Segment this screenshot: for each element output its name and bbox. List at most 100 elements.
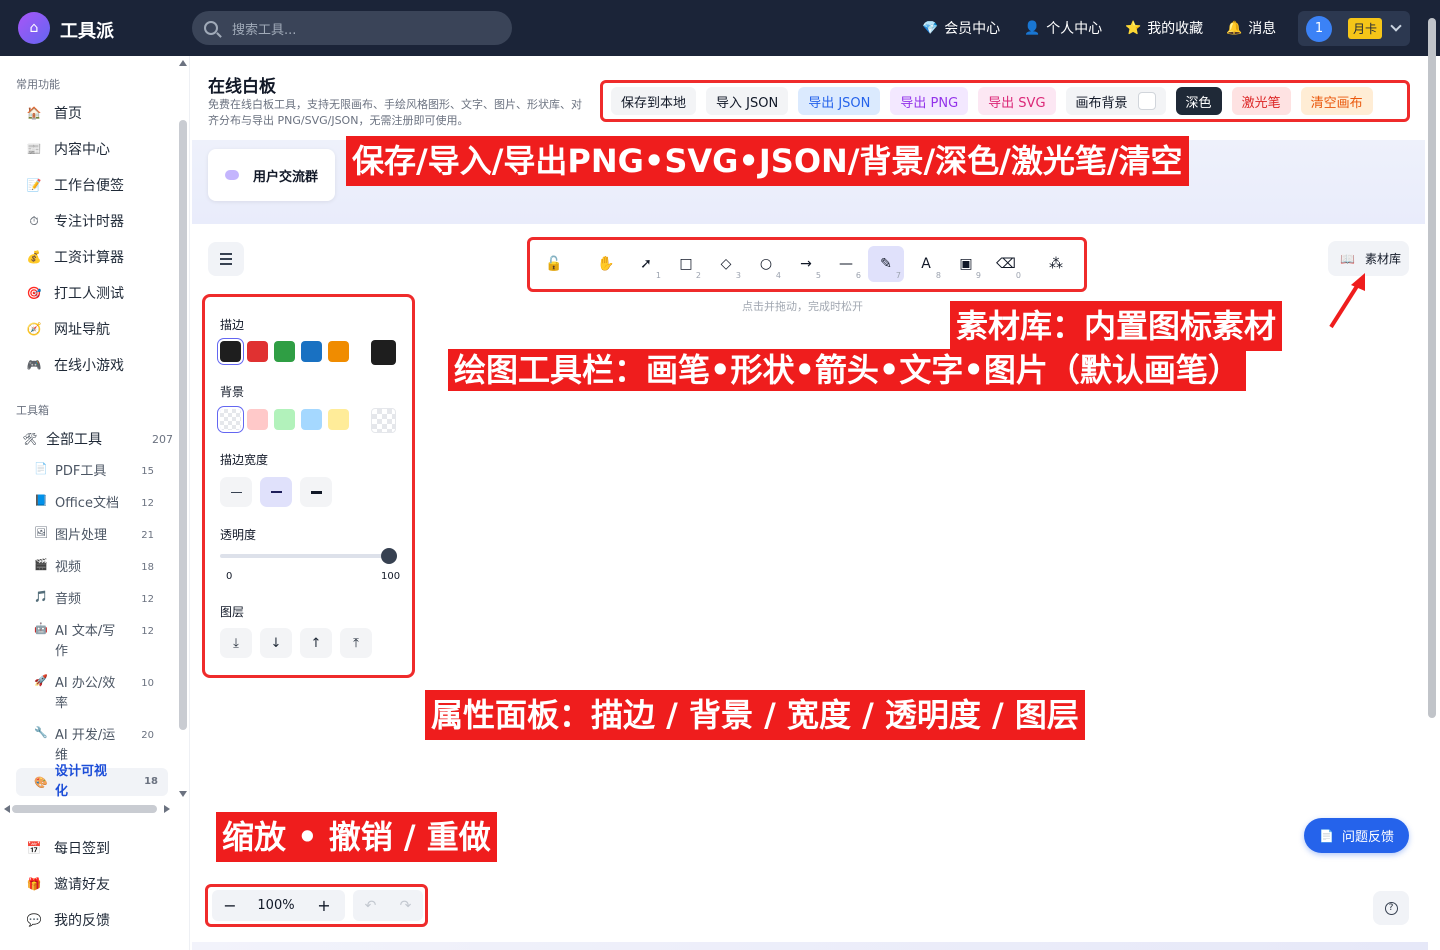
redo-icon[interactable]: ↷ <box>400 898 412 914</box>
laser-pointer-button[interactable]: 激光笔 <box>1231 87 1291 115</box>
sidebar-scrollbar[interactable] <box>179 120 187 730</box>
scroll-up-arrow-icon[interactable] <box>179 60 187 66</box>
eraser-icon[interactable]: ⌫ 0 <box>988 246 1024 282</box>
sidebar-category-rocket[interactable]: 🚀 AI 办公/效率 10 <box>34 674 164 714</box>
background-color-swatch[interactable] <box>328 409 349 430</box>
pen-icon[interactable]: ✎ 7 <box>868 246 904 282</box>
canvas-bg-button[interactable]: 画布背景 <box>1065 87 1166 115</box>
sidebar-category-palette[interactable]: 🎨 设计可视化 18 <box>16 764 168 799</box>
stroke-width-medium[interactable] <box>260 477 292 507</box>
sidebar-item-content[interactable]: 📰 内容中心 <box>16 134 168 164</box>
opacity-label: 透明度 <box>220 528 257 542</box>
tool-glyph: A <box>921 256 931 272</box>
image-insert-icon[interactable]: ▣ 9 <box>948 246 984 282</box>
select-icon[interactable]: ➚ 1 <box>628 246 664 282</box>
search-input[interactable]: 搜索工具... <box>192 11 512 45</box>
main-menu-button[interactable] <box>208 242 244 276</box>
sidebar-item-home[interactable]: 🏠 首页 <box>16 98 168 128</box>
ellipse-icon[interactable]: ○ 4 <box>748 246 784 282</box>
diamond-shape-icon[interactable]: ◇ 3 <box>708 246 744 282</box>
text-icon[interactable]: A8 <box>908 246 944 282</box>
line-icon[interactable]: —6 <box>828 246 864 282</box>
stroke-color-swatch[interactable] <box>274 341 295 362</box>
user-menu[interactable]: 1 月卡 <box>1298 11 1410 46</box>
sidebar-category-robot[interactable]: 🤖 AI 文本/写作 12 <box>34 622 164 662</box>
sidebar-item-calendar[interactable]: 📅 每日签到 <box>16 833 168 863</box>
category-label: AI 开发/运维 <box>55 728 116 763</box>
stroke-current-swatch[interactable] <box>371 340 396 365</box>
layers-label: 图层 <box>220 605 245 619</box>
background-current-swatch[interactable] <box>371 408 396 433</box>
background-color-swatch[interactable] <box>274 409 295 430</box>
clear-canvas-button[interactable]: 清空画布 <box>1300 87 1373 115</box>
app-logo-icon[interactable]: ⌂ <box>18 12 50 44</box>
user-group-button[interactable]: 用户交流群 <box>208 149 335 201</box>
lock-icon[interactable]: 🔓 <box>536 246 572 282</box>
page-scrollbar[interactable] <box>1428 18 1436 718</box>
canvas-bg-swatch[interactable] <box>1137 92 1156 110</box>
nav-favorites[interactable]: ⭐ 我的收藏 <box>1125 18 1203 38</box>
shapes-more-icon[interactable]: ⁂ <box>1038 246 1074 282</box>
stroke-color-swatch[interactable] <box>247 341 268 362</box>
zoom-in-button[interactable]: + <box>304 896 344 915</box>
stroke-color-swatch[interactable] <box>328 341 349 362</box>
hand-icon[interactable]: ✋ <box>588 246 624 282</box>
sidebar-item-feedback[interactable]: 💬 我的反馈 <box>16 905 168 935</box>
scroll-left-arrow-icon[interactable] <box>4 805 10 813</box>
sidebar-item-target[interactable]: 🎯 打工人测试 <box>16 278 168 308</box>
stroke-width-thin[interactable] <box>220 477 252 507</box>
save-local-button[interactable]: 保存到本地 <box>611 87 697 115</box>
category-label: Office文档 <box>55 496 119 511</box>
background-color-swatch[interactable] <box>301 409 322 430</box>
stroke-color-swatch[interactable] <box>220 341 241 362</box>
undo-icon[interactable]: ↶ <box>365 898 377 914</box>
sidebar-item-timer[interactable]: ⏱ 专注计时器 <box>16 206 168 236</box>
sidebar-category-wrench[interactable]: 🔧 AI 开发/运维 20 <box>34 726 164 766</box>
bring-forward-icon[interactable]: ↑ <box>300 628 332 658</box>
sidebar-item-all-tools[interactable]: 🛠 全部工具 207 <box>16 424 173 454</box>
stroke-width-thick[interactable] <box>300 477 332 507</box>
sidebar-h-scrollbar[interactable] <box>12 805 157 813</box>
opacity-slider-knob[interactable] <box>381 548 397 564</box>
zoom-level[interactable]: 100% <box>248 898 304 913</box>
dark-mode-button[interactable]: 深色 <box>1175 87 1222 115</box>
sidebar-category-pdf[interactable]: 📄 PDF工具 15 <box>34 462 164 482</box>
send-backward-icon[interactable]: ↓ <box>260 628 292 658</box>
tool-shortcut: 2 <box>695 271 701 280</box>
bring-to-front-icon[interactable]: ⤒ <box>340 628 372 658</box>
export-svg-button[interactable]: 导出 SVG <box>978 87 1056 115</box>
sidebar-category-office[interactable]: 📘 Office文档 12 <box>34 494 164 514</box>
sidebar-item-gift[interactable]: 🎁 邀请好友 <box>16 869 168 899</box>
arrow-icon[interactable]: → 5 <box>788 246 824 282</box>
sidebar-category-image[interactable]: 🖼 图片处理 21 <box>34 526 164 546</box>
send-to-back-icon[interactable]: ⤓ <box>220 628 252 658</box>
feedback-button[interactable]: 📄 问题反馈 <box>1304 818 1409 853</box>
zoom-out-button[interactable]: − <box>212 896 248 915</box>
sidebar-item-globe[interactable]: 🧭 网址导航 <box>16 314 168 344</box>
export-png-button[interactable]: 导出 PNG <box>890 87 969 115</box>
stroke-color-swatch[interactable] <box>301 341 322 362</box>
count-badge: 15 <box>141 466 154 477</box>
brand-name[interactable]: 工具派 <box>60 17 114 43</box>
help-button[interactable]: ? <box>1373 891 1409 925</box>
background-color-swatch[interactable] <box>247 409 268 430</box>
nav-label: 会员中心 <box>944 21 1001 37</box>
sidebar-category-video[interactable]: 🎬 视频 18 <box>34 558 164 578</box>
scroll-down-arrow-icon[interactable] <box>179 791 187 797</box>
background-color-swatch[interactable] <box>220 409 241 430</box>
nav-personal-center[interactable]: 👤 个人中心 <box>1024 18 1102 38</box>
rectangle-icon[interactable]: □ 2 <box>668 246 704 282</box>
gamepad-icon: 🎮 <box>26 358 42 372</box>
opacity-slider[interactable] <box>220 548 397 564</box>
nav-messages[interactable]: 🔔 消息 <box>1226 18 1276 38</box>
scroll-right-arrow-icon[interactable] <box>164 805 170 813</box>
export-json-button[interactable]: 导出 JSON <box>798 87 881 115</box>
import-json-button[interactable]: 导入 JSON <box>706 87 789 115</box>
sidebar-item-gamepad[interactable]: 🎮 在线小游戏 <box>16 350 168 380</box>
tool-glyph: — <box>839 256 853 272</box>
sidebar-item-note[interactable]: 📝 工作台便签 <box>16 170 168 200</box>
nav-member-center[interactable]: 💎 会员中心 <box>922 18 1000 38</box>
sidebar-item-money[interactable]: 💰 工资计算器 <box>16 242 168 272</box>
sidebar-item-label: 工资计算器 <box>54 250 124 266</box>
sidebar-category-music[interactable]: 🎵 音频 12 <box>34 590 164 610</box>
